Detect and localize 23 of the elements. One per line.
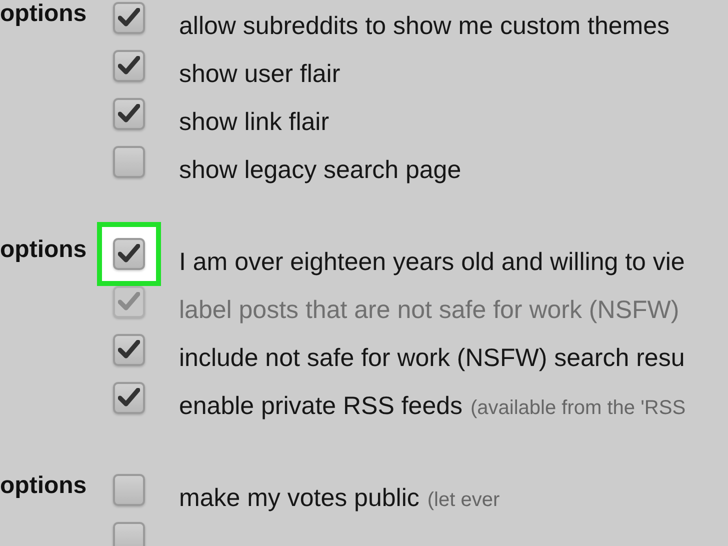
checkbox[interactable] — [113, 238, 145, 270]
section-label: options — [0, 3, 87, 29]
option-label: show user flair — [179, 60, 340, 88]
checkbox[interactable] — [113, 522, 145, 546]
checkbox[interactable] — [113, 474, 145, 506]
checkbox[interactable] — [113, 146, 145, 178]
option-label: I am over eighteen years old and willing to vie — [179, 248, 685, 276]
checkbox[interactable] — [113, 382, 145, 414]
checkbox[interactable] — [113, 98, 145, 130]
option-label: enable private RSS feeds — [179, 392, 463, 420]
option-label: show link flair — [179, 108, 330, 136]
option-hint: (let ever — [427, 488, 500, 513]
section-label: options — [0, 239, 87, 265]
checkbox[interactable] — [113, 334, 145, 366]
option-label: label posts that are not safe for work (NSFW) — [179, 296, 680, 324]
option-label: make my votes public — [179, 484, 420, 512]
option-hint: (available from the 'RSS — [470, 396, 686, 421]
checkbox[interactable] — [113, 2, 145, 34]
section-label: options — [0, 475, 87, 501]
option-label: allow subreddits to show me custom themes — [179, 12, 670, 40]
checkbox[interactable] — [113, 50, 145, 82]
option-label: include not safe for work (NSFW) search resu — [179, 344, 685, 372]
option-label: show legacy search page — [179, 156, 462, 184]
